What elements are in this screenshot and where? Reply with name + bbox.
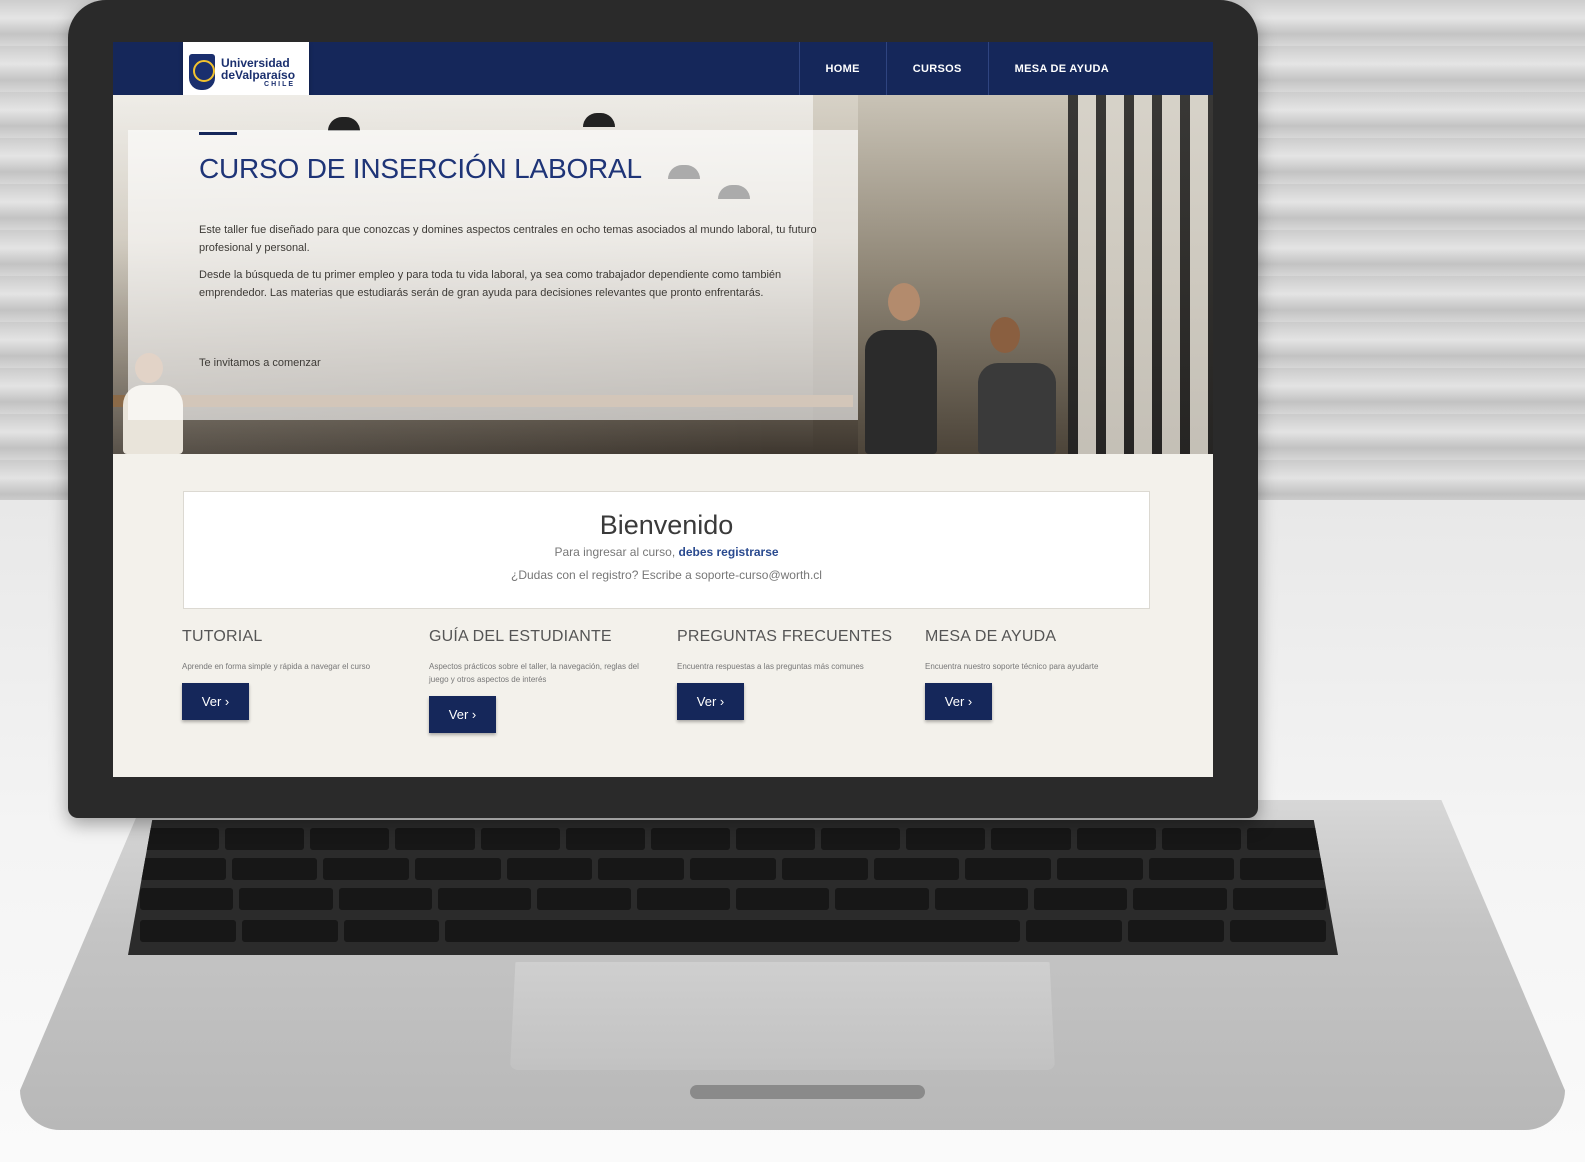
card-description: Encuentra respuestas a las preguntas más…	[677, 662, 864, 671]
hero-title: CURSO DE INSERCIÓN LABORAL	[199, 153, 642, 184]
hero-cta-text: Te invitamos a comenzar	[199, 357, 321, 369]
card-title: GUÍA DEL ESTUDIANTE	[429, 628, 612, 645]
card-preguntas-frecuentes: PREGUNTAS FRECUENTES Encuentra respuesta…	[677, 628, 902, 720]
card-description: Aprende en forma simple y rápida a naveg…	[182, 662, 371, 671]
standing-woman	[978, 363, 1056, 454]
person-head	[888, 283, 920, 321]
hero-accent-line	[199, 132, 237, 135]
register-link[interactable]: debes registrarse	[679, 545, 779, 559]
nav-link-cursos[interactable]: CURSOS	[885, 42, 988, 95]
card-tutorial: TUTORIAL Aprende en forma simple y rápid…	[182, 628, 407, 720]
card-guia-del-estudiante: GUÍA DEL ESTUDIANTE Aspectos prácticos s…	[429, 628, 654, 733]
welcome-register-prefix: Para ingresar al curso,	[554, 545, 679, 559]
card-mesa-de-ayuda: MESA DE AYUDA Encuentra nuestro soporte …	[925, 628, 1150, 720]
tutorial-ver-button[interactable]: Ver ›	[182, 683, 249, 720]
standing-man	[865, 330, 937, 454]
card-description: Aspectos prácticos sobre el taller, la n…	[429, 662, 639, 684]
welcome-support-line: ¿Dudas con el registro? Escribe a soport…	[511, 568, 822, 582]
card-title: MESA DE AYUDA	[925, 628, 1057, 645]
hero-paragraph-1: Este taller fue diseñado para que conozc…	[199, 224, 817, 254]
guia-ver-button[interactable]: Ver ›	[429, 696, 496, 733]
person-head	[990, 317, 1020, 353]
nav-link-mesa-de-ayuda[interactable]: MESA DE AYUDA	[987, 42, 1135, 95]
logo-line3: CHILE	[264, 80, 296, 88]
hero-glass-wall	[1068, 95, 1213, 454]
laptop-keyboard	[128, 820, 1338, 955]
crest-icon	[189, 54, 215, 90]
laptop-screen: Universidad deValparaíso CHILE HOME CURS…	[113, 42, 1213, 777]
welcome-register-line: Para ingresar al curso, debes registrars…	[184, 545, 1149, 559]
card-title: PREGUNTAS FRECUENTES	[677, 628, 893, 645]
mesa-ver-button[interactable]: Ver ›	[925, 683, 992, 720]
nav-link-home[interactable]: HOME	[798, 42, 886, 95]
welcome-box: Bienvenido Para ingresar al curso, debes…	[183, 491, 1150, 609]
welcome-title: Bienvenido	[599, 510, 734, 540]
laptop-trackpad	[510, 962, 1055, 1070]
card-description: Encuentra nuestro soporte técnico para a…	[925, 662, 1099, 671]
logo-text: Universidad deValparaíso CHILE	[221, 57, 295, 88]
logo-line2: deValparaíso	[221, 67, 296, 82]
logo-line1: Universidad	[221, 55, 290, 70]
laptop-notch	[690, 1085, 925, 1099]
hero-banner: CURSO DE INSERCIÓN LABORAL Este taller f…	[113, 95, 1213, 454]
card-title: TUTORIAL	[182, 628, 263, 645]
top-navbar: Universidad deValparaíso CHILE HOME CURS…	[113, 42, 1213, 102]
hero-paragraph-2: Desde la búsqueda de tu primer empleo y …	[199, 269, 782, 299]
preguntas-ver-button[interactable]: Ver ›	[677, 683, 744, 720]
nav-links: HOME CURSOS MESA DE AYUDA	[798, 42, 1135, 95]
university-logo[interactable]: Universidad deValparaíso CHILE	[183, 42, 309, 102]
